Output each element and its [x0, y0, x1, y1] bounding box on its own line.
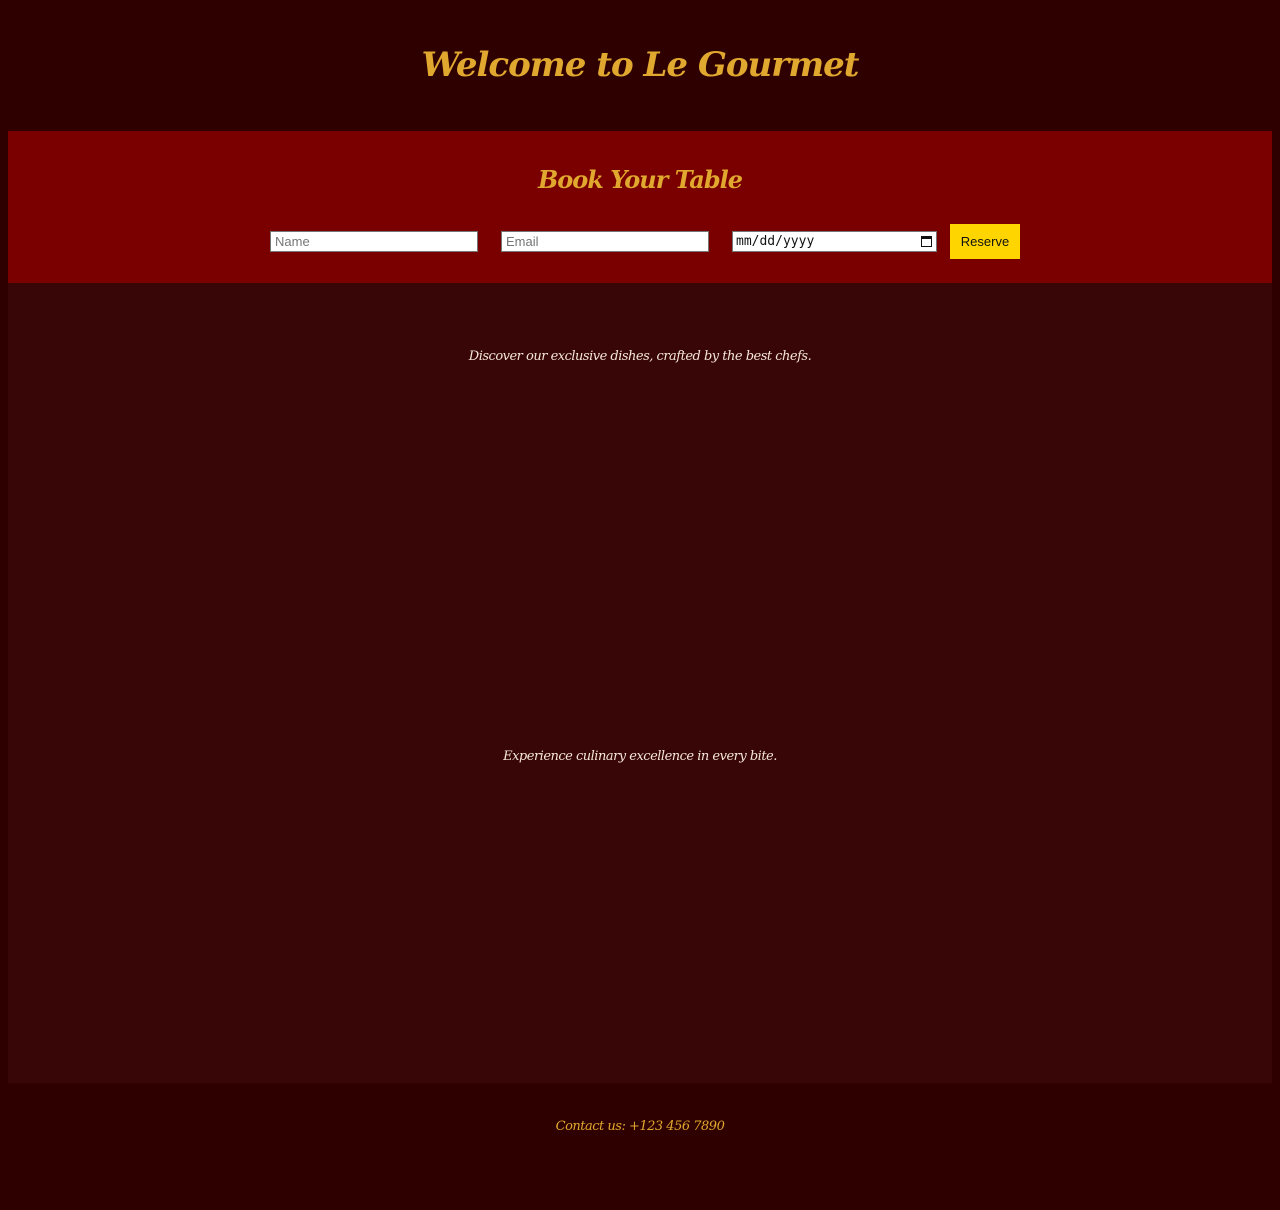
calendar-icon[interactable]: [921, 236, 932, 247]
site-header: Welcome to Le Gourmet: [0, 0, 1280, 130]
date-placeholder: mm/dd/yyyy: [736, 234, 815, 249]
name-input[interactable]: [270, 231, 478, 252]
email-input[interactable]: [501, 231, 709, 252]
dishes-tagline: Discover our exclusive dishes, crafted b…: [468, 349, 812, 364]
excellence-tagline: Experience culinary excellence in every …: [503, 749, 777, 764]
main-content: Discover our exclusive dishes, crafted b…: [8, 283, 1272, 1083]
booking-section: Book Your Table mm/dd/yyyy Reserve: [8, 131, 1272, 283]
booking-title: Book Your Table: [537, 165, 743, 194]
date-input[interactable]: mm/dd/yyyy: [732, 231, 937, 252]
site-title: Welcome to Le Gourmet: [421, 45, 859, 85]
reserve-button[interactable]: Reserve: [950, 224, 1020, 259]
contact-info: Contact us: +123 456 7890: [555, 1119, 725, 1134]
site-footer: Contact us: +123 456 7890: [0, 1083, 1280, 1210]
